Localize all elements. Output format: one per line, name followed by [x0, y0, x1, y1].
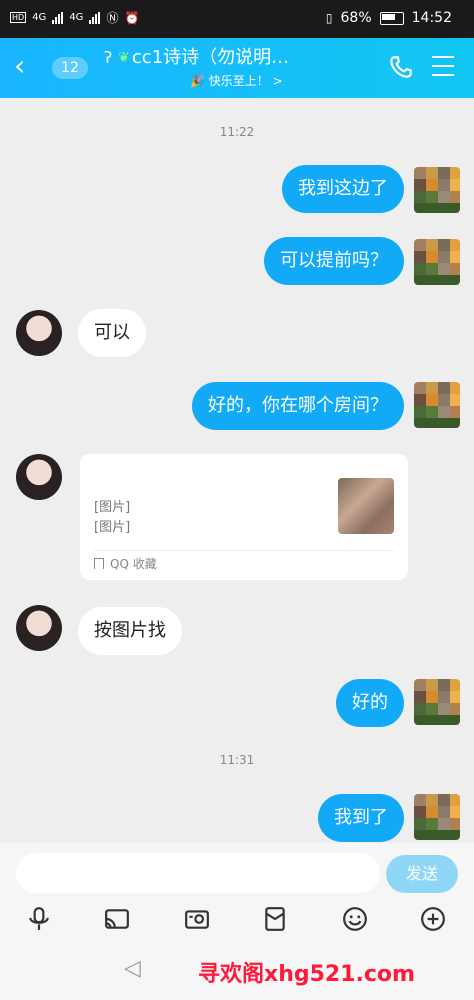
vibrate-icon: ▯	[325, 11, 333, 25]
hd-badge-1: HD	[10, 12, 27, 23]
sprout-icon: ❦	[118, 50, 130, 66]
input-toolbar	[0, 900, 474, 942]
chevron-left-icon[interactable]: ‹	[14, 52, 25, 80]
network-indicators: HD 4G 4G Ⓝ ⏰	[10, 9, 139, 26]
system-nav-bar: ◁ 寻欢阁xhg521.com	[0, 942, 474, 1000]
message-bubble[interactable]: 好的，你在哪个房间？	[192, 382, 404, 430]
card-source: QQ 收藏	[110, 557, 157, 571]
watermark: 寻欢阁xhg521.com	[198, 962, 415, 987]
avatar[interactable]	[414, 679, 460, 725]
message-bubble[interactable]: 我到这边了	[282, 165, 404, 213]
status-right: ▯ 68% 14:52	[326, 10, 452, 26]
network-label-2: 4G	[69, 12, 84, 23]
message-bubble[interactable]: 可以	[78, 309, 146, 357]
camera-icon[interactable]	[184, 906, 210, 932]
divider	[94, 550, 394, 551]
nav-back-icon[interactable]: ◁	[124, 956, 141, 981]
mic-icon[interactable]	[26, 906, 52, 932]
battery-icon	[379, 11, 404, 25]
avatar[interactable]	[16, 310, 62, 356]
cast-icon[interactable]	[104, 906, 130, 932]
ear-icon: ʔ	[104, 48, 113, 67]
card-text: [图片] [图片]	[94, 498, 130, 538]
bookmark-icon	[94, 558, 104, 569]
signal-icon	[52, 11, 64, 24]
nfc-icon: Ⓝ	[106, 11, 119, 25]
clock: 14:52	[411, 10, 452, 26]
input-bar: 发送	[0, 843, 474, 903]
menu-icon[interactable]	[432, 56, 454, 83]
favorite-card[interactable]: [图片] [图片] QQ 收藏	[80, 454, 408, 580]
plus-icon[interactable]	[420, 906, 446, 932]
message-bubble[interactable]: 我到了	[318, 794, 404, 842]
timestamp: 11:22	[219, 125, 255, 139]
message-bubble[interactable]: 按图片找	[78, 607, 182, 655]
battery-percent: 68%	[340, 10, 372, 26]
message-bubble[interactable]: 可以提前吗？	[264, 237, 404, 285]
message-bubble[interactable]: 好的	[336, 679, 404, 727]
avatar[interactable]	[414, 239, 460, 285]
avatar[interactable]	[414, 794, 460, 840]
status-bar: HD 4G 4G Ⓝ ⏰ ▯ 68% 14:52	[0, 0, 474, 38]
chat-title: cc1诗诗（勿说明…	[131, 47, 290, 68]
chat-title-area[interactable]: ʔ ❦ cc1诗诗（勿说明… 🎉 快乐至上！ >	[104, 46, 364, 89]
signal-icon-2	[89, 11, 101, 24]
card-thumbnail[interactable]	[338, 478, 394, 534]
card-footer: QQ 收藏	[94, 555, 157, 572]
card-line: [图片]	[94, 520, 131, 535]
avatar[interactable]	[414, 382, 460, 428]
timestamp: 11:31	[219, 753, 255, 767]
avatar[interactable]	[16, 454, 62, 500]
avatar[interactable]	[414, 167, 460, 213]
alarm-icon: ⏰	[124, 10, 140, 25]
unread-count-badge[interactable]: 12	[52, 57, 88, 79]
card-line: [图片]	[94, 500, 131, 515]
network-label-1: 4G	[32, 12, 47, 23]
send-button[interactable]: 发送	[386, 855, 458, 893]
avatar[interactable]	[16, 605, 62, 651]
red-packet-icon[interactable]	[262, 906, 288, 932]
emoji-icon[interactable]	[342, 906, 368, 932]
chat-header: ‹ 12 ʔ ❦ cc1诗诗（勿说明… 🎉 快乐至上！ >	[0, 38, 474, 98]
phone-icon[interactable]	[388, 54, 414, 80]
chat-subtitle[interactable]: 🎉 快乐至上！ >	[190, 72, 364, 89]
message-input[interactable]	[16, 853, 380, 893]
